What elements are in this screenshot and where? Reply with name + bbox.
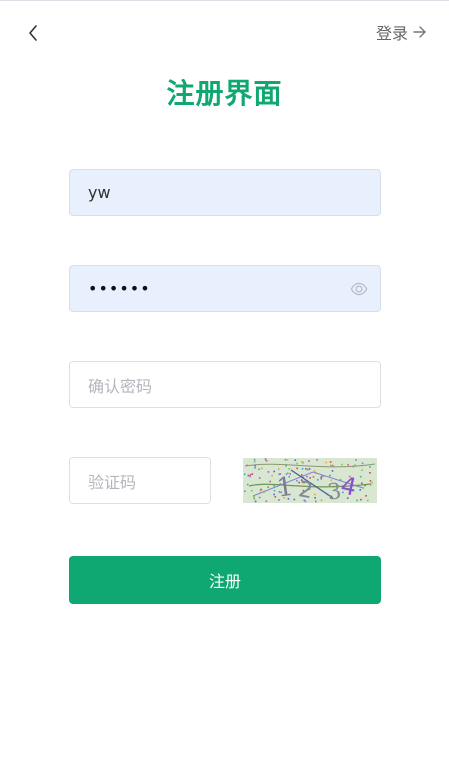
- captcha-noise-dot: [365, 495, 367, 497]
- captcha-noise-dot: [296, 467, 298, 470]
- username-value: yw: [88, 183, 111, 202]
- captcha-noise-dot: [249, 475, 251, 478]
- captcha-noise-dot: [359, 475, 362, 478]
- captcha-image[interactable]: 1 2 3 4: [243, 458, 377, 503]
- captcha-noise-dot: [246, 483, 249, 486]
- captcha-noise-dot: [267, 471, 270, 473]
- register-button-label: 注册: [208, 572, 241, 591]
- captcha-noise-dot: [361, 482, 363, 484]
- captcha-noise-dot: [265, 459, 267, 462]
- confirm-password-placeholder: 确认密码: [88, 376, 153, 396]
- captcha-noise-dot: [347, 463, 349, 466]
- captcha-noise-dot: [269, 480, 271, 483]
- arrow-right-icon: [413, 25, 427, 39]
- top-divider: [0, 0, 449, 1]
- password-value: ••••••: [88, 279, 151, 298]
- page-title: 注册界面: [166, 77, 283, 110]
- captcha-noise-dot: [264, 458, 267, 460]
- captcha-placeholder: 验证码: [88, 472, 137, 492]
- captcha-noise-dot: [267, 486, 269, 488]
- captcha-noise-dot: [260, 488, 262, 491]
- captcha-noise-dot: [325, 461, 327, 464]
- captcha-noise-dot: [371, 481, 373, 484]
- captcha-noise-dot: [356, 499, 358, 502]
- captcha-noise-dot: [313, 493, 316, 496]
- captcha-noise-dot: [296, 462, 298, 465]
- captcha-noise-dot: [301, 474, 303, 476]
- captcha-noise-dot: [331, 470, 334, 472]
- captcha-noise-dot: [361, 469, 363, 471]
- captcha-noise-dot: [296, 479, 298, 482]
- captcha-noise-dot: [249, 473, 252, 476]
- captcha-noise-dot: [361, 462, 364, 465]
- captcha-noise-dot: [251, 489, 253, 492]
- captcha-noise-dot: [273, 485, 275, 487]
- captcha-noise-dot: [301, 461, 303, 463]
- captcha-noise-dot: [243, 473, 246, 476]
- confirm-password-input[interactable]: 确认密码: [69, 361, 381, 408]
- captcha-noise-dot: [258, 496, 261, 499]
- captcha-input[interactable]: 验证码: [69, 457, 211, 504]
- captcha-noise-dot: [320, 499, 323, 502]
- captcha-noise-dot: [294, 459, 297, 461]
- chevron-left-icon: [29, 25, 37, 41]
- captcha-noise-dot: [251, 473, 254, 475]
- captcha-noise-dot: [369, 466, 371, 468]
- captcha-noise-dot: [369, 480, 372, 482]
- captcha-noise-dot: [312, 476, 315, 478]
- captcha-noise-dot: [305, 468, 307, 470]
- captcha-noise-dot: [308, 468, 311, 470]
- captcha-noise-dot: [355, 459, 357, 461]
- captcha-noise-dot: [308, 460, 310, 462]
- captcha-noise-dot: [277, 468, 280, 470]
- eye-icon[interactable]: [350, 280, 368, 298]
- captcha-noise-dot: [286, 459, 289, 461]
- captcha-noise-dot: [330, 464, 332, 467]
- captcha-noise-dot: [273, 470, 275, 473]
- captcha-noise-dot: [265, 500, 268, 502]
- password-input[interactable]: ••••••: [69, 265, 381, 312]
- captcha-noise-dot: [341, 463, 343, 466]
- captcha-noise-dot: [244, 490, 246, 493]
- captcha-noise-dot: [360, 498, 362, 501]
- captcha-noise-dot: [313, 470, 316, 472]
- login-link-label: 登录: [375, 24, 408, 43]
- captcha-noise-dot: [320, 478, 323, 480]
- captcha-noise-dot: [359, 489, 362, 491]
- register-button[interactable]: 注册: [69, 556, 381, 604]
- captcha-noise-dot: [261, 467, 263, 470]
- back-button[interactable]: [22, 22, 44, 44]
- captcha-noise-dot: [258, 477, 261, 479]
- captcha-noise-dot: [316, 459, 318, 461]
- captcha-noise-dot: [254, 467, 256, 469]
- captcha-noise-dot: [273, 493, 275, 496]
- captcha-noise-dot: [284, 458, 287, 461]
- login-link[interactable]: 登录: [376, 20, 427, 44]
- captcha-noise-dot: [367, 499, 369, 502]
- captcha-noise-dot: [317, 479, 319, 481]
- captcha-noise-dot: [247, 474, 250, 477]
- captcha-noise-dot: [315, 500, 317, 503]
- captcha-noise-dot: [273, 489, 276, 492]
- captcha-noise-dot: [329, 461, 332, 463]
- captcha-noise-dot: [314, 497, 316, 499]
- captcha-noise-dot: [369, 472, 371, 474]
- captcha-noise: 1 2 3 4: [243, 458, 377, 503]
- captcha-noise-dot: [301, 468, 304, 470]
- captcha-noise-dot: [258, 468, 260, 471]
- captcha-noise-dot: [329, 474, 331, 477]
- captcha-noise-dot: [274, 496, 277, 498]
- captcha-noise-dot: [253, 460, 256, 463]
- captcha-noise-dot: [307, 468, 309, 471]
- captcha-noise-dot: [253, 458, 256, 461]
- username-input[interactable]: yw: [69, 169, 381, 216]
- captcha-noise-dot: [254, 500, 257, 503]
- captcha-noise-dot: [253, 497, 256, 500]
- captcha-noise-dot: [271, 474, 273, 477]
- captcha-noise-dot: [288, 468, 291, 470]
